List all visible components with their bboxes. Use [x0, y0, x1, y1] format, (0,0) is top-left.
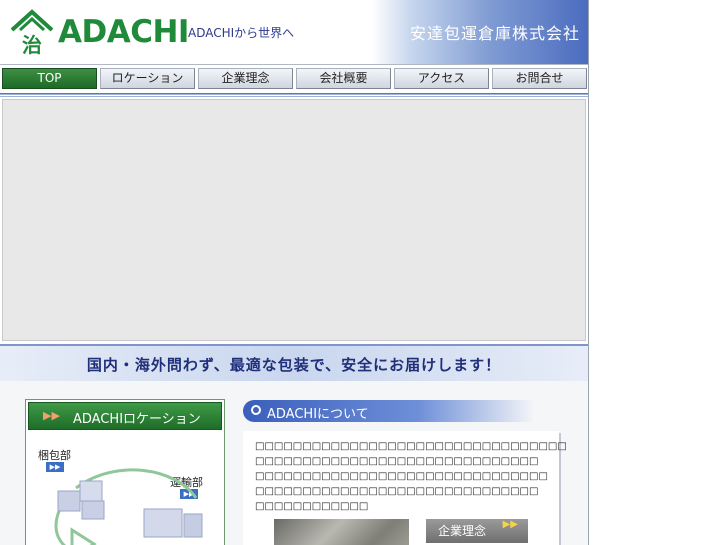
about-card: □□□□□□□□□□□□□□□□□□□□□□□□□□□□□□□□□ □□□□□□…	[243, 431, 567, 545]
nav-divider	[0, 94, 588, 98]
double-arrow-icon: ▶▶	[502, 519, 518, 530]
location-panel-title: ADACHIロケーション	[73, 412, 201, 427]
nav-philosophy[interactable]: 企業理念	[198, 68, 293, 89]
philosophy-button[interactable]: 企業理念 ▶▶	[426, 519, 528, 543]
main-nav: TOP ロケーション 企業理念 会社概要 アクセス お問合せ	[0, 64, 588, 95]
double-arrow-icon: ▶▶	[43, 409, 60, 422]
lower-section: ▶▶ ADACHIロケーション 梱包部 ▶▶ 運輸部 ▶▶ ADACHIについて…	[0, 381, 588, 545]
about-text-line: □□□□□□□□□□□□	[255, 501, 369, 512]
nav-location[interactable]: ロケーション	[100, 68, 195, 89]
nav-access[interactable]: アクセス	[394, 68, 489, 89]
tagline: ADACHIから世界へ	[188, 26, 295, 40]
company-band: 安達包運倉庫株式会社	[372, 0, 588, 64]
ring-bullet-icon	[251, 405, 261, 415]
location-cycle-diagram	[54, 468, 203, 545]
about-section-header: ADACHIについて	[243, 400, 535, 422]
slogan-text: 国内・海外問わず、最適な包装で、安全にお届けします！	[86, 356, 502, 374]
boxes-icon	[57, 480, 105, 520]
truck-icon	[143, 508, 203, 538]
location-panel: ▶▶ ADACHIロケーション 梱包部 ▶▶ 運輸部 ▶▶	[25, 399, 225, 545]
slogan-band: 国内・海外問わず、最適な包装で、安全にお届けします！	[0, 344, 588, 383]
about-text-line: □□□□□□□□□□□□□□□□□□□□□□□□□□□□□□	[255, 486, 539, 497]
company-name: 安達包運倉庫株式会社	[409, 24, 580, 43]
about-text-line: □□□□□□□□□□□□□□□□□□□□□□□□□□□□□□□	[255, 471, 548, 482]
hero-image-area	[2, 99, 586, 341]
logo-text[interactable]: ADACHI	[58, 14, 189, 50]
location-panel-header[interactable]: ▶▶ ADACHIロケーション	[28, 402, 222, 430]
nav-contact[interactable]: お問合せ	[492, 68, 587, 89]
about-section-title: ADACHIについて	[267, 407, 369, 422]
nav-company-profile[interactable]: 会社概要	[296, 68, 391, 89]
logo-mark-icon: 治	[10, 9, 54, 56]
svg-text:治: 治	[22, 33, 42, 56]
about-text-line: □□□□□□□□□□□□□□□□□□□□□□□□□□□□□□□□□	[255, 441, 567, 452]
nav-top[interactable]: TOP	[2, 68, 97, 89]
page: 治 ADACHI ADACHIから世界へ 安達包運倉庫株式会社 TOP ロケーシ…	[0, 0, 589, 545]
about-text-line: □□□□□□□□□□□□□□□□□□□□□□□□□□□□□□	[255, 456, 539, 467]
header: 治 ADACHI ADACHIから世界へ 安達包運倉庫株式会社	[0, 0, 588, 64]
philosophy-button-label: 企業理念	[438, 524, 487, 538]
about-photo	[274, 519, 409, 545]
